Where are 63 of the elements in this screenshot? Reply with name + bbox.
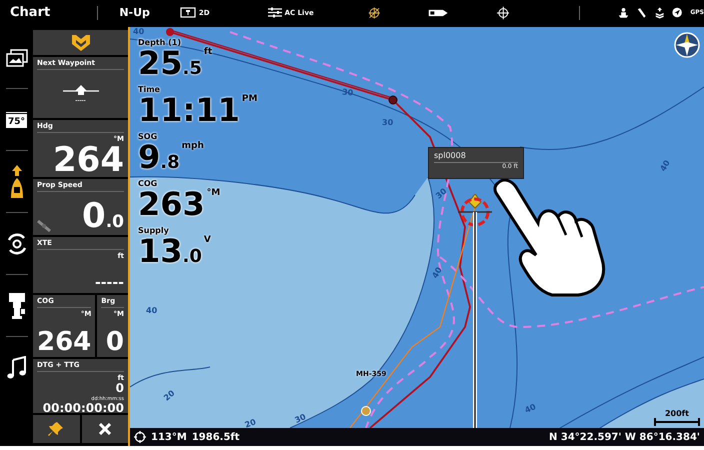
chart-map[interactable] (130, 27, 704, 428)
depth-contour-label: 30 (382, 119, 394, 127)
person-boat-icon (618, 6, 630, 20)
sliders-icon (268, 7, 282, 18)
cursor-distance: 1986.5ft (192, 432, 240, 442)
screen-title: Chart (9, 5, 52, 20)
compass-icon[interactable] (674, 32, 700, 58)
depth-contour-label: 20 (162, 389, 176, 403)
boat-icon[interactable] (10, 164, 24, 198)
depth-contour-label: 40 (431, 266, 444, 280)
reading-value: 263 (138, 188, 205, 220)
reading-value: 11:11 (138, 94, 240, 126)
depth-contour-label: 40 (133, 28, 144, 36)
layers-stack-icon (654, 6, 664, 20)
pin-icon (48, 421, 64, 437)
reading-label: Depth (1) (138, 38, 182, 47)
no-target-icon[interactable] (368, 4, 380, 20)
depth-contour-label: 40 (659, 159, 672, 173)
widget-value: 0.0 (82, 199, 124, 233)
reading-unit: mph (182, 141, 204, 151)
reading-label: Supply (138, 226, 170, 235)
outboard-motor-icon[interactable] (6, 290, 26, 320)
orientation-button[interactable]: N-Up (115, 6, 154, 19)
widget-value: ----- (94, 275, 124, 291)
reading-value: 25.5 (138, 47, 202, 79)
reading-unit: °M (206, 188, 220, 198)
close-icon (98, 423, 111, 435)
cursor-crosshair-icon[interactable] (458, 194, 492, 428)
depth-contour-label: 40 (524, 403, 538, 415)
widget-value: 264 (53, 143, 124, 177)
waypoint-arrow-icon (62, 82, 98, 96)
close-button[interactable] (82, 415, 128, 443)
depth-contour-label: 20 (244, 418, 258, 428)
widget-value: 0 (116, 382, 124, 396)
widget-value: 264 (37, 329, 92, 355)
reading-label: SOG (138, 132, 158, 141)
cursor-heading: 113°M (151, 432, 187, 442)
reading-label: COG (138, 179, 158, 188)
depth-contour-label: 30 (434, 187, 448, 201)
music-icon[interactable] (6, 356, 26, 380)
cursor-coordinates: N 34°22.597' W 86°16.384' (549, 432, 700, 442)
depth-contour-label: 40 (146, 307, 158, 315)
depth-contour-label: 30 (294, 413, 308, 425)
reading-value: 9.8 (138, 141, 180, 173)
pin-button[interactable] (33, 415, 80, 443)
map-scale-label: 200ft (664, 409, 689, 418)
layers-icon[interactable] (6, 48, 28, 66)
view-icon (180, 7, 196, 18)
swirl-icon[interactable] (6, 232, 28, 254)
tooltip-title: spl0008 (434, 151, 518, 163)
widget-value: 00:00:00:00 (42, 402, 124, 416)
heading-icon (134, 431, 146, 443)
reading-value: 13.0 (138, 235, 202, 267)
logo-icon (70, 34, 90, 52)
reading-unit: PM (242, 94, 258, 104)
navigation-icon (672, 6, 682, 19)
temperature-button[interactable]: 75° (6, 111, 28, 128)
widget-value: 0 (106, 329, 124, 355)
reading-label: Time (138, 85, 161, 94)
reading-unit: V (204, 235, 211, 245)
scale-bar-icon (654, 418, 700, 426)
reading-unit: ft (204, 47, 212, 57)
crosshair-icon[interactable] (496, 4, 510, 20)
